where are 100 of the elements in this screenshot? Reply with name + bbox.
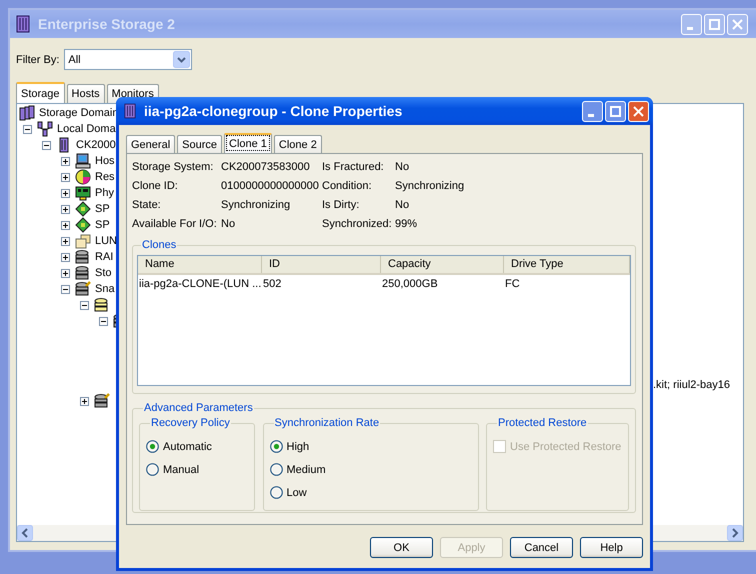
dialog-title: iia-pg2a-clonegroup - Clone Properties [144,103,402,119]
disk-stack-icon [75,265,91,281]
computer-icon [75,153,91,169]
window-title: Enterprise Storage 2 [38,16,175,32]
field-value: 0100000000000000 [221,179,320,193]
maximize-icon [709,18,720,30]
expand-toggle[interactable] [80,396,89,406]
minimize-button[interactable] [582,100,603,122]
field-label: Storage System: [132,160,214,174]
field-value: Synchronizing [221,198,292,212]
folder-icon [75,233,91,249]
collapse-toggle[interactable] [42,140,51,150]
expand-toggle[interactable] [61,236,70,246]
table-cell-text: 502 [262,278,282,290]
field-value: Synchronizing [395,179,466,193]
field-label: Is Dirty: [322,198,360,212]
table-cell-text: 250,000GB [381,278,439,290]
field-label: Clone ID: [132,179,179,193]
collapse-toggle[interactable] [80,300,89,310]
circuit-board-icon [75,185,91,201]
minimize-icon [686,26,692,30]
group-title: Synchronization Rate [274,417,380,429]
diamond-icon [75,201,91,217]
pie-chart-icon [75,169,91,185]
tree-item[interactable]: SP [95,203,110,215]
column-header[interactable]: Name [138,256,262,273]
column-header[interactable]: Capacity [381,256,504,273]
field-label: Available For I/O: [132,217,218,231]
expand-toggle[interactable] [61,204,70,214]
tree-item[interactable]: RAI [95,251,114,263]
table-cell-text: FC [504,278,521,290]
tree-item[interactable]: Phy [95,187,114,199]
group-title: Protected Restore [497,417,588,429]
field-value: No [221,217,236,231]
dialog-button[interactable]: Help [580,537,643,558]
table-cell: iia-pg2a-CLONE-(LUN ... [138,278,262,290]
radio-button[interactable] [270,440,282,453]
dialog-button[interactable]: Cancel [510,537,573,558]
disk-stack-icon [75,249,91,265]
radio-option[interactable]: Medium [270,458,326,481]
column-header[interactable]: Drive Type [504,256,630,273]
expand-toggle[interactable] [61,220,70,230]
dialog-button[interactable]: OK [370,537,433,558]
tree-item[interactable]: CK2000 [76,139,116,151]
diamond-icon [75,217,91,233]
radio-option[interactable]: High [270,435,310,458]
expand-toggle[interactable] [61,172,70,182]
minimize-icon [588,114,594,116]
expand-toggle[interactable] [61,188,70,198]
tab[interactable]: Clone 2 [274,135,322,153]
radio-button[interactable] [146,463,159,476]
field-label: Condition: [322,179,373,193]
tree-item[interactable]: Res [95,171,115,183]
field-value: No [395,198,410,212]
field-label: Is Fractured: [322,160,385,174]
maximize-icon [610,106,621,116]
tab[interactable]: Storage [16,82,65,103]
expand-toggle[interactable] [61,252,70,262]
radio-option[interactable]: Low [270,481,307,504]
field-label: Synchronized: [322,217,393,231]
radio-option[interactable]: Manual [146,458,200,481]
maximize-button[interactable] [605,100,626,122]
radio-button[interactable] [146,440,159,453]
tree-item[interactable]: Hos [95,155,115,167]
server-icon [124,103,136,119]
tab[interactable]: Source [177,135,222,153]
collapse-toggle[interactable] [23,124,32,134]
collapse-toggle[interactable] [61,284,70,294]
tree-item[interactable]: Sna [95,283,115,295]
close-icon [633,106,644,116]
radio-option[interactable]: Automatic [146,435,212,458]
tree-item[interactable]: LUN [95,235,118,247]
tab[interactable]: Hosts [66,84,105,103]
close-button[interactable] [628,100,649,122]
field-value: CK200073583000 [221,160,311,174]
radio-button[interactable] [270,486,282,499]
tree-item[interactable]: .kit; riiul2-bay16 [653,379,730,391]
tree-item[interactable]: SP [95,219,110,231]
servers-icon [19,105,35,121]
collapse-toggle[interactable] [99,316,108,326]
group-title: Clones [141,239,178,251]
network-icon [37,121,53,137]
scroll-left-icon[interactable] [17,525,33,541]
disk-stack-icon [94,297,110,313]
column-header[interactable]: ID [262,256,381,273]
tab[interactable]: General [126,135,176,153]
radio-button[interactable] [270,463,282,476]
filter-dropdown[interactable]: All [64,49,192,70]
field-value: 99% [395,217,418,231]
disk-stack-pin-icon [94,393,110,409]
group-title: Recovery Policy [150,417,231,429]
expand-toggle[interactable] [61,268,70,278]
close-icon [732,18,743,30]
server-icon [16,15,30,33]
scroll-right-icon[interactable] [727,525,743,541]
tree-item[interactable]: Sto [95,267,112,279]
disk-stack-pin-icon [75,281,91,297]
expand-toggle[interactable] [61,156,70,166]
group-title: Advanced Parameters [143,402,254,414]
tab[interactable]: Clone 1 [224,133,272,153]
